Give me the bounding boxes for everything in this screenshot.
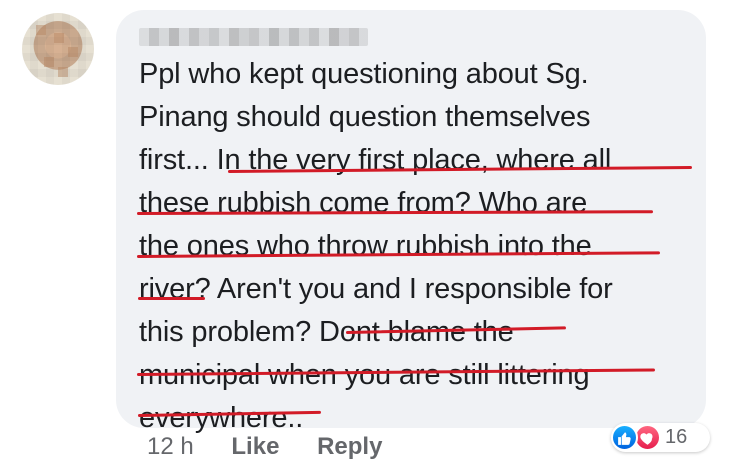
facebook-comment-screenshot: Ppl who kept questioning about Sg. Pinan… <box>0 0 750 469</box>
reaction-count: 16 <box>665 426 688 448</box>
comment-text: Ppl who kept questioning about Sg. Pinan… <box>139 53 709 440</box>
comment-line: these rubbish come from? Who are <box>139 187 588 219</box>
comment-line: this problem? Dont blame the <box>139 316 514 348</box>
comment-line: municipal when you are still littering <box>139 359 590 391</box>
comment-timestamp[interactable]: 12 h <box>147 433 194 460</box>
thumbs-up-icon <box>611 424 638 451</box>
commenter-name[interactable] <box>139 28 368 46</box>
comment-line: Ppl who kept questioning about Sg. <box>139 58 589 90</box>
like-button[interactable]: Like <box>231 433 279 460</box>
reaction-summary[interactable]: 16 <box>611 423 710 452</box>
commenter-avatar[interactable] <box>22 13 94 85</box>
comment-actions: 12 h Like Reply <box>147 433 382 461</box>
heart-icon <box>634 424 661 451</box>
reply-button[interactable]: Reply <box>317 433 382 460</box>
comment-line: the ones who throw rubbish into the <box>139 230 592 262</box>
red-underline-mark <box>138 297 205 300</box>
comment-line: river? Aren't you and I responsible for <box>139 273 613 305</box>
comment-line: first... In the very first place, where … <box>139 144 612 176</box>
comment-line: Pinang should question themselves <box>139 101 591 133</box>
